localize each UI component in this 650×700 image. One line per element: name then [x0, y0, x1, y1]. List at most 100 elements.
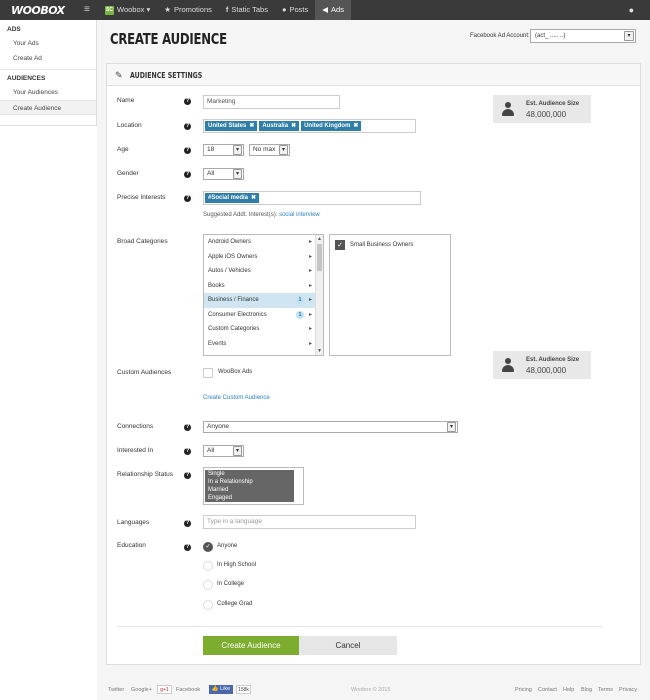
help-icon[interactable]: ? [184, 98, 191, 105]
languages-input[interactable]: Type in a language [203, 515, 416, 529]
age-max-select[interactable]: No max ▾ [249, 144, 290, 156]
comment-icon: ● [281, 5, 287, 14]
education-radio-high-school[interactable] [203, 561, 213, 571]
nav-static-tabs[interactable]: f Static Tabs [219, 0, 275, 20]
help-icon[interactable]: ? [184, 472, 191, 479]
chevron-down-icon: ▾ [233, 145, 242, 155]
location-input[interactable]: United States ✖ Australia ✖ United Kingdom ✖ [203, 119, 416, 133]
category-label: Autos / Vehicles [208, 268, 251, 274]
category-item[interactable]: Custom Categories ▸ [204, 322, 316, 337]
education-radio-college-grad[interactable] [203, 600, 213, 610]
sidebar-item-create-ad[interactable]: Create Ad [0, 51, 96, 66]
category-label: Custom Categories [208, 326, 260, 332]
relationship-status-listbox[interactable]: Single In a Relationship Married Engaged [203, 467, 304, 505]
education-option-label: Anyone [217, 543, 238, 549]
sidebar-item-your-audiences[interactable]: Your Audiences [0, 85, 96, 100]
category-label: Consumer Electronics [208, 311, 267, 318]
chevron-down-icon: ▾ [279, 145, 288, 155]
help-icon[interactable]: ? [184, 544, 191, 551]
like-count: 158k [236, 685, 251, 694]
footer-twitter[interactable]: Twitter [108, 687, 124, 693]
category-label: Business / Finance [208, 297, 259, 303]
relationship-option[interactable]: In a Relationship [205, 478, 294, 486]
nav-promotions[interactable]: ★ Promotions [157, 0, 219, 20]
person-icon [501, 358, 515, 372]
help-icon[interactable]: ? [184, 448, 191, 455]
interested-in-select[interactable]: All ▾ [203, 445, 244, 457]
broad-categories-label: Broad Categories [117, 238, 168, 245]
category-count-badge: 1 [296, 310, 304, 319]
help-icon[interactable]: ? [184, 424, 191, 431]
facebook-like-button[interactable]: 👍 Like [209, 685, 233, 694]
ad-account-select[interactable]: (act_ ..... ..) ▾ [530, 29, 636, 43]
panel-header: ✎ AUDIENCE SETTINGS [107, 64, 640, 86]
category-item[interactable]: Books ▸ [204, 279, 316, 294]
gender-select[interactable]: All ▾ [203, 168, 244, 180]
brand-switcher[interactable]: SC Woobox ▾ [98, 0, 157, 20]
footer-facebook[interactable]: Facebook [176, 687, 200, 693]
create-custom-audience-link[interactable]: Create Custom Audience [203, 395, 270, 401]
footer-link-pricing[interactable]: Pricing [515, 687, 532, 693]
suggested-interest-link[interactable]: social interview [279, 212, 320, 218]
tag-label: United States [208, 123, 247, 129]
education-radio-anyone[interactable]: ✓ [203, 542, 213, 552]
footer-link-terms[interactable]: Terms [598, 687, 613, 693]
help-icon[interactable]: ? [184, 171, 191, 178]
name-input[interactable]: Marketing [203, 95, 340, 109]
custom-audience-checkbox[interactable] [203, 368, 213, 378]
footer-link-contact[interactable]: Contact [538, 687, 557, 693]
footer-link-privacy[interactable]: Privacy [619, 687, 637, 693]
connections-select[interactable]: Anyone ▾ [203, 421, 458, 433]
chevron-right-icon: ▸ [308, 340, 312, 347]
woobox-logo[interactable]: WOOBOX [11, 4, 65, 17]
help-icon[interactable]: ? [184, 123, 191, 130]
relationship-option[interactable]: Married [205, 486, 294, 494]
googleplus-button[interactable]: g+1 [157, 685, 172, 694]
cancel-button[interactable]: Cancel [299, 636, 397, 655]
subcategory-checkbox[interactable]: ✓ [335, 240, 345, 250]
menu-icon[interactable]: ≡ [84, 4, 94, 16]
category-item[interactable]: Events ▸ [204, 337, 316, 352]
category-scrollbar[interactable]: ▲ ▼ [315, 235, 323, 355]
nav-ads[interactable]: ◀ Ads [315, 0, 351, 20]
nav-posts[interactable]: ● Posts [275, 0, 315, 20]
nav-static-tabs-label: Static Tabs [231, 5, 268, 14]
relationship-option[interactable]: Single [205, 470, 294, 478]
category-item-selected[interactable]: Business / Finance 1 ▸ [204, 293, 316, 308]
footer-link-help[interactable]: Help [563, 687, 574, 693]
category-item[interactable]: Autos / Vehicles ▸ [204, 264, 316, 279]
category-item[interactable]: Apple iOS Owners ▸ [204, 250, 316, 265]
help-icon[interactable]: ? [184, 147, 191, 154]
interest-tag: #Social media ✖ [205, 193, 260, 203]
user-icon[interactable]: ● [629, 5, 634, 15]
category-label: Events [208, 340, 227, 347]
chevron-right-icon: ▸ [308, 239, 312, 245]
sidebar-item-your-ads[interactable]: Your Ads [0, 36, 96, 51]
category-label: Android Owners [208, 239, 252, 245]
help-icon[interactable]: ? [184, 195, 191, 202]
relationship-option[interactable]: Engaged [205, 494, 294, 502]
close-icon[interactable]: ✖ [353, 123, 358, 129]
ad-account-label: Facebook Ad Account: [470, 33, 530, 39]
interests-input[interactable]: #Social media ✖ [203, 191, 421, 205]
close-icon[interactable]: ✖ [291, 123, 296, 129]
create-audience-button[interactable]: Create Audience [203, 636, 299, 655]
scroll-thumb[interactable] [317, 244, 322, 271]
footer-link-blog[interactable]: Blog [581, 687, 592, 693]
location-label: Location [117, 122, 142, 129]
education-radio-college[interactable] [203, 580, 213, 590]
broad-categories-list[interactable]: Android Owners ▸ Apple iOS Owners ▸ Autos … [203, 234, 324, 356]
footer-googleplus[interactable]: Google+ [131, 687, 152, 693]
scroll-down-icon[interactable]: ▼ [317, 348, 322, 354]
age-min-select[interactable]: 18 ▾ [203, 144, 244, 156]
sidebar-heading-audiences: AUDIENCES [7, 75, 46, 82]
close-icon[interactable]: ✖ [251, 195, 256, 201]
help-icon[interactable]: ? [184, 520, 191, 527]
education-option-label: College Grad [217, 601, 253, 607]
nav-ads-label: Ads [331, 5, 344, 14]
category-item[interactable]: Consumer Electronics 1 ▸ [204, 308, 316, 323]
sidebar-item-create-audience[interactable]: Create Audience [0, 100, 96, 115]
category-item[interactable]: Android Owners ▸ [204, 235, 316, 250]
scroll-up-icon[interactable]: ▲ [317, 236, 322, 242]
close-icon[interactable]: ✖ [249, 123, 254, 129]
